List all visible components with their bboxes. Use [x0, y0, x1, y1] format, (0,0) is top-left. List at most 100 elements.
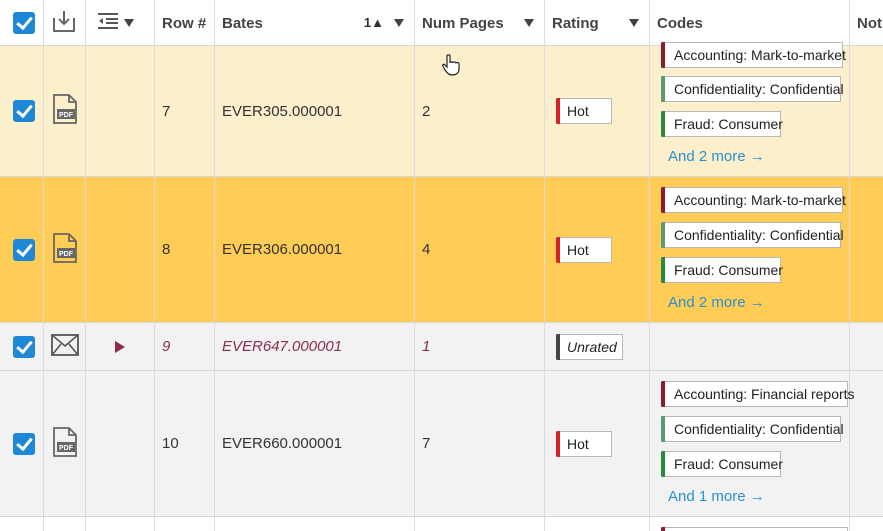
column-row-number[interactable]: Row #	[155, 0, 215, 46]
rating-cell: Hot	[545, 46, 650, 176]
rating-cell: Hot	[545, 177, 650, 322]
table-row[interactable]	[0, 517, 883, 531]
bates-number[interactable]: EVER647.000001	[215, 323, 415, 370]
code-tag[interactable]: Fraud: Consumer	[661, 111, 783, 137]
table-row[interactable]: PDF 8 EVER306.000001 4 Hot Accounting: M…	[0, 177, 883, 323]
code-tag[interactable]: Confidentiality: Confidential	[661, 416, 844, 442]
rating-badge[interactable]: Hot	[556, 430, 612, 457]
pdf-icon[interactable]: PDF	[51, 232, 79, 267]
code-tag-label: Fraud: Consumer	[674, 262, 783, 278]
code-tag[interactable]: Accounting: Mark-to-market	[661, 187, 846, 213]
more-codes-link[interactable]: And 2 more →	[668, 148, 765, 165]
thread-cell	[86, 46, 155, 176]
code-tag-label: Accounting: Financial reports	[674, 386, 855, 402]
pdf-icon[interactable]: PDF	[51, 94, 79, 128]
table-row[interactable]: 9 EVER647.000001 1 Unrated	[0, 323, 883, 371]
row-select-cell[interactable]	[0, 371, 44, 516]
rating-badge[interactable]: Unrated	[556, 333, 623, 360]
rating-label: Hot	[567, 241, 589, 258]
column-bates-label: Bates	[222, 14, 263, 32]
num-pages	[415, 517, 545, 531]
chevron-down-icon[interactable]	[524, 19, 534, 27]
code-tag[interactable]: Confidentiality: Confidential	[661, 222, 844, 248]
code-tag[interactable]	[661, 527, 848, 531]
email-icon[interactable]	[51, 333, 79, 360]
num-pages: 1	[415, 323, 545, 370]
row-checkbox[interactable]	[13, 238, 35, 261]
svg-text:PDF: PDF	[59, 112, 74, 119]
column-num-pages-label: Num Pages	[422, 14, 504, 32]
bates-number	[215, 517, 415, 531]
rating-color-bar	[556, 98, 560, 124]
thread-cell[interactable]	[86, 323, 155, 370]
row-checkbox[interactable]	[13, 335, 35, 358]
document-grid: Row # Bates 1▲ Num Pages Rating Codes No…	[0, 0, 883, 531]
notes-cell	[850, 371, 883, 516]
row-select-cell[interactable]	[0, 46, 44, 176]
doc-type-cell	[44, 517, 86, 531]
num-pages: 7	[415, 371, 545, 516]
code-tag-label: Confidentiality: Confidential	[674, 421, 844, 437]
row-checkbox[interactable]	[13, 100, 35, 122]
hand-cursor-icon	[442, 54, 460, 81]
download-icon[interactable]	[51, 8, 77, 38]
rating-cell: Unrated	[545, 323, 650, 370]
column-bates[interactable]: Bates 1▲	[215, 0, 415, 46]
table-row[interactable]: PDF 10 EVER660.000001 7 Hot Accounting: …	[0, 371, 883, 517]
select-all-header[interactable]	[0, 0, 44, 46]
code-tag-label: Fraud: Consumer	[674, 116, 783, 132]
expand-thread-icon[interactable]	[115, 340, 125, 353]
rating-badge[interactable]: Hot	[556, 236, 612, 263]
row-number: 9	[155, 323, 215, 370]
more-codes-link[interactable]: And 2 more →	[668, 294, 765, 311]
code-tag[interactable]: Fraud: Consumer	[661, 257, 783, 283]
rating-label: Unrated	[567, 338, 617, 355]
bates-number[interactable]: EVER660.000001	[215, 371, 415, 516]
column-rating[interactable]: Rating	[545, 0, 650, 46]
rating-cell: Hot	[545, 371, 650, 516]
rating-color-bar	[556, 430, 560, 457]
code-tag[interactable]: Confidentiality: Confidential	[661, 76, 844, 102]
more-codes-link[interactable]: And 1 more →	[668, 488, 765, 505]
chevron-down-icon[interactable]	[394, 19, 404, 27]
chevron-down-icon[interactable]	[124, 19, 134, 27]
doc-type-cell: PDF	[44, 177, 86, 322]
column-notes[interactable]: Not	[850, 0, 883, 46]
code-tag[interactable]: Fraud: Consumer	[661, 451, 783, 477]
row-checkbox[interactable]	[13, 432, 35, 455]
num-pages: 2	[415, 46, 545, 176]
indent-header[interactable]	[86, 0, 155, 46]
doc-type-cell: PDF	[44, 46, 86, 176]
bates-number[interactable]: EVER306.000001	[215, 177, 415, 322]
bates-number[interactable]: EVER305.000001	[215, 46, 415, 176]
notes-cell	[850, 177, 883, 322]
select-all-checkbox[interactable]	[13, 12, 35, 34]
row-select-cell[interactable]	[0, 177, 44, 322]
code-tag-label: Confidentiality: Confidential	[674, 81, 844, 97]
rating-color-bar	[556, 236, 560, 263]
column-rating-label: Rating	[552, 14, 599, 32]
pdf-icon[interactable]: PDF	[51, 426, 79, 461]
column-row-number-label: Row #	[162, 14, 207, 32]
row-select-cell[interactable]	[0, 323, 44, 370]
code-tag-label: Accounting: Mark-to-market	[674, 192, 846, 208]
column-num-pages[interactable]: Num Pages	[415, 0, 545, 46]
row-select-cell[interactable]	[0, 517, 44, 531]
rating-color-bar	[556, 333, 560, 360]
grid-header: Row # Bates 1▲ Num Pages Rating Codes No…	[0, 0, 883, 46]
outdent-icon[interactable]	[97, 12, 119, 34]
rating-label: Hot	[567, 435, 589, 452]
chevron-down-icon[interactable]	[629, 19, 639, 27]
code-tag[interactable]: Accounting: Mark-to-market	[661, 42, 846, 68]
num-pages: 4	[415, 177, 545, 322]
code-tag[interactable]: Accounting: Financial reports	[661, 381, 855, 407]
svg-text:PDF: PDF	[59, 251, 74, 258]
rating-badge[interactable]: Hot	[556, 98, 612, 124]
thread-cell	[86, 517, 155, 531]
column-codes[interactable]: Codes	[650, 0, 850, 46]
table-row[interactable]: PDF 7 EVER305.000001 2 Hot Accounting: M…	[0, 42, 883, 177]
row-number	[155, 517, 215, 531]
column-codes-label: Codes	[657, 14, 703, 32]
row-number: 7	[155, 46, 215, 176]
download-header[interactable]	[44, 0, 86, 46]
